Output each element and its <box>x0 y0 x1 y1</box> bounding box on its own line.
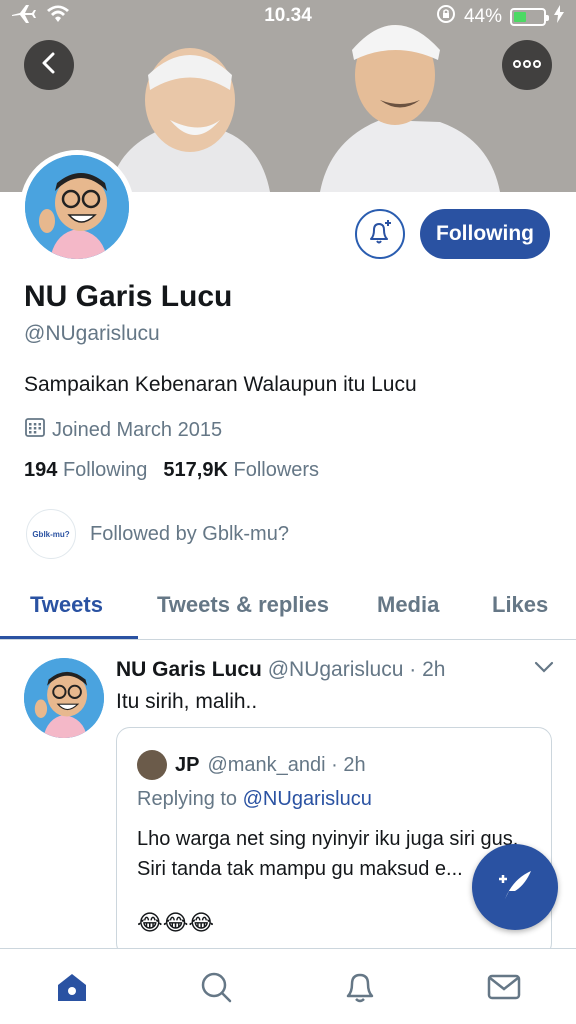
tweet-meta: @NUgarislucu · 2h <box>267 658 446 681</box>
profile-bio: Sampaikan Kebenaran Walaupun itu Lucu <box>24 373 417 396</box>
more-options-button[interactable] <box>502 40 552 90</box>
following-button[interactable]: Following <box>420 209 550 259</box>
tab-likes[interactable]: Likes <box>492 592 548 618</box>
tab-media[interactable]: Media <box>377 592 439 618</box>
tweet-header: NU Garis Lucu @NUgarislucu · 2h <box>116 658 445 682</box>
active-tab-indicator <box>0 636 138 639</box>
quoted-tweet-emoji: 😂😂😂 <box>137 910 215 935</box>
tweet-author-avatar[interactable] <box>24 658 104 738</box>
charging-icon <box>554 5 564 29</box>
chevron-left-icon <box>39 52 59 79</box>
quoted-tweet-meta: @mank_andi · 2h <box>207 753 366 776</box>
following-count-link[interactable]: 194 Following <box>24 459 147 482</box>
follow-counts: 194 Following 517,9K Followers <box>24 459 319 482</box>
search-icon <box>198 972 234 1009</box>
notifications-toggle-button[interactable] <box>355 209 405 259</box>
calendar-icon <box>24 416 46 444</box>
profile-avatar[interactable] <box>20 150 134 264</box>
joined-label: Joined March 2015 <box>52 418 223 441</box>
quoted-author-avatar <box>137 750 167 780</box>
joined-date: Joined March 2015 <box>24 416 222 444</box>
followed-by-label: Followed by Gblk-mu? <box>90 522 289 545</box>
replying-to: Replying to @NUgarislucu <box>137 788 372 810</box>
tweet-author-name[interactable]: NU Garis Lucu <box>116 658 262 681</box>
followed-by-avatar: Gblk-mu? <box>26 509 76 559</box>
messages-icon <box>486 974 522 1009</box>
profile-tabs: Tweets Tweets & replies Media Likes <box>0 580 576 640</box>
more-horizontal-icon <box>513 56 541 74</box>
quoted-author-name: JP <box>175 753 200 776</box>
battery-percentage: 44% <box>463 6 502 27</box>
bell-plus-icon <box>365 217 395 252</box>
quoted-tweet-header: JP @mank_andi · 2h <box>137 750 366 780</box>
notifications-icon <box>342 973 378 1009</box>
followers-count-link[interactable]: 517,9K Followers <box>163 459 319 482</box>
chevron-down-icon <box>534 661 554 678</box>
profile-name: NU Garis Lucu <box>24 280 233 313</box>
tweet-text: Itu sirih, malih.. <box>116 690 258 713</box>
profile-handle: @NUgarislucu <box>24 322 160 345</box>
compose-feather-icon <box>495 865 535 910</box>
nav-home[interactable] <box>54 969 90 1005</box>
back-button[interactable] <box>24 40 74 90</box>
tab-tweets-replies[interactable]: Tweets & replies <box>157 592 329 618</box>
followed-by-row[interactable]: Gblk-mu? Followed by Gblk-mu? <box>26 509 289 559</box>
replying-to-handle[interactable]: @NUgarislucu <box>243 788 372 810</box>
compose-tweet-button[interactable] <box>472 844 558 930</box>
tab-tweets[interactable]: Tweets <box>30 592 103 618</box>
nav-messages[interactable] <box>486 969 522 1005</box>
orientation-lock-icon <box>436 4 456 30</box>
battery-icon <box>510 8 549 26</box>
home-icon <box>54 974 90 1009</box>
tweet-options-button[interactable] <box>534 660 554 679</box>
quoted-tweet[interactable]: JP @mank_andi · 2h Replying to @NUgarisl… <box>116 727 552 957</box>
nav-notifications[interactable] <box>342 969 378 1005</box>
bottom-navigation <box>0 948 576 1024</box>
status-bar: 10.34 44% <box>0 0 576 32</box>
nav-search[interactable] <box>198 969 234 1005</box>
